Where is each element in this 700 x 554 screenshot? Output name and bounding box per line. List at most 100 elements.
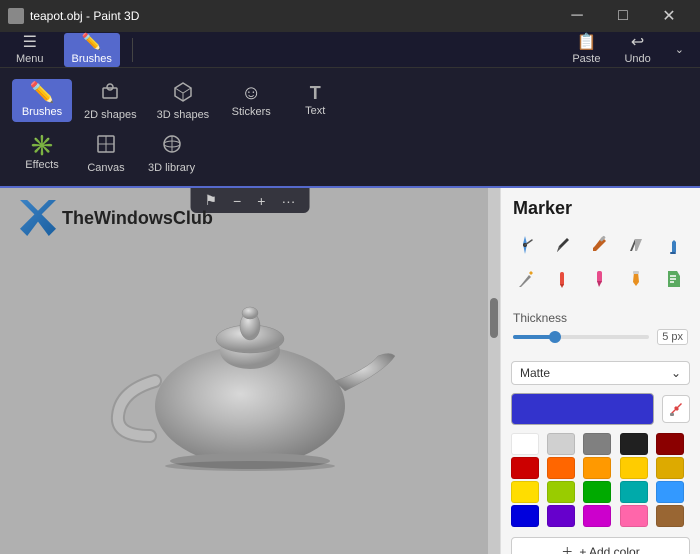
titlebar-left: teapot.obj - Paint 3D xyxy=(8,8,139,24)
brushes-label: Brushes xyxy=(72,53,112,65)
brush-tool-compass[interactable] xyxy=(509,229,541,261)
scrollbar-thumb[interactable] xyxy=(490,298,498,338)
add-color-button[interactable]: ＋ + Add color xyxy=(511,537,690,554)
color-cell-14[interactable] xyxy=(656,481,684,503)
submenu-stickers[interactable]: ☺ Stickers xyxy=(221,79,281,122)
color-cell-17[interactable] xyxy=(583,505,611,527)
3dlibrary-icon xyxy=(161,133,183,159)
brush-tool-pencil[interactable] xyxy=(509,263,541,295)
color-cell-9[interactable] xyxy=(656,457,684,479)
brushes-icon: ✏️ xyxy=(82,35,102,51)
submenu-2dshapes[interactable]: 2D shapes xyxy=(76,76,145,125)
color-preview-row xyxy=(511,393,690,425)
effects-icon: ✳️ xyxy=(30,136,55,156)
submenu-text[interactable]: T Text xyxy=(285,80,345,121)
2dshapes-label: 2D shapes xyxy=(84,109,137,121)
submenu-canvas[interactable]: Canvas xyxy=(76,129,136,178)
submenu-3dlibrary[interactable]: 3D library xyxy=(140,129,203,178)
brush-tool-calligraphy[interactable] xyxy=(620,229,652,261)
color-palette xyxy=(511,433,690,527)
thickness-value: 5 px xyxy=(657,329,688,345)
color-cell-18[interactable] xyxy=(620,505,648,527)
brush-tool-crayon[interactable] xyxy=(546,263,578,295)
canvas-label: Canvas xyxy=(87,162,124,174)
stickers-icon: ☺ xyxy=(241,83,261,103)
canvas-area[interactable]: ⚑ − + ··· TheWindowsClub xyxy=(0,188,500,554)
minimize-button[interactable]: ─ xyxy=(554,0,600,32)
right-panel: Marker xyxy=(500,188,700,554)
brand-logo: TheWindowsClub xyxy=(20,200,213,236)
color-cell-6[interactable] xyxy=(547,457,575,479)
thickness-slider[interactable] xyxy=(513,335,649,339)
color-cell-11[interactable] xyxy=(547,481,575,503)
3dshapes-icon xyxy=(172,80,194,106)
color-cell-13[interactable] xyxy=(620,481,648,503)
2dshapes-icon xyxy=(99,80,121,106)
submenu-3dshapes[interactable]: 3D shapes xyxy=(149,76,218,125)
color-cell-19[interactable] xyxy=(656,505,684,527)
eyedropper-button[interactable] xyxy=(662,395,690,423)
vertical-scrollbar[interactable] xyxy=(488,188,500,554)
submenu-panel: ✏️ Brushes 2D shapes 3D shapes ☺ Sticker… xyxy=(0,68,700,188)
brush-tool-watercolor[interactable] xyxy=(620,263,652,295)
material-dropdown[interactable]: Matte ⌄ xyxy=(511,361,690,385)
undo-label: Undo xyxy=(624,53,650,65)
undo-icon: ↩ xyxy=(631,35,644,51)
submenu-row-1: ✏️ Brushes 2D shapes 3D shapes ☺ Sticker… xyxy=(12,76,688,125)
color-cell-2[interactable] xyxy=(583,433,611,455)
effects-label: Effects xyxy=(25,159,58,171)
titlebar-controls: ─ □ ✕ xyxy=(554,0,692,32)
color-cell-1[interactable] xyxy=(547,433,575,455)
color-cell-12[interactable] xyxy=(583,481,611,503)
brand-x-icon xyxy=(20,200,56,236)
submenu-brushes[interactable]: ✏️ Brushes xyxy=(12,79,72,122)
brushes-submenu-label: Brushes xyxy=(22,106,62,118)
color-cell-4[interactable] xyxy=(656,433,684,455)
titlebar: teapot.obj - Paint 3D ─ □ ✕ xyxy=(0,0,700,32)
brushes-button[interactable]: ✏️ Brushes xyxy=(64,33,120,67)
material-label: Matte xyxy=(520,366,550,380)
brushes-submenu-icon: ✏️ xyxy=(30,83,55,103)
color-cell-8[interactable] xyxy=(620,457,648,479)
color-cell-5[interactable] xyxy=(511,457,539,479)
brush-tool-marker[interactable] xyxy=(583,263,615,295)
3dlibrary-label: 3D library xyxy=(148,162,195,174)
canvas-content: TheWindowsClub xyxy=(0,188,500,554)
color-cell-3[interactable] xyxy=(620,433,648,455)
plus-icon: ＋ xyxy=(561,543,573,554)
color-cell-10[interactable] xyxy=(511,481,539,503)
ribbon: ☰ Menu ✏️ Brushes 📋 Paste ↩ Undo ⌄ xyxy=(0,32,700,68)
brush-tool-grid xyxy=(501,225,700,299)
app-icon xyxy=(8,8,24,24)
stickers-label: Stickers xyxy=(232,106,271,118)
panel-title: Marker xyxy=(501,188,700,225)
brush-tool-oil[interactable] xyxy=(657,229,689,261)
maximize-button[interactable]: □ xyxy=(600,0,646,32)
color-cell-0[interactable] xyxy=(511,433,539,455)
brush-tool-paintbrush[interactable] xyxy=(583,229,615,261)
thickness-label: Thickness xyxy=(501,307,700,327)
color-cell-16[interactable] xyxy=(547,505,575,527)
teapot-svg xyxy=(90,261,410,481)
paste-button[interactable]: 📋 Paste xyxy=(564,33,608,67)
text-label: Text xyxy=(305,105,325,117)
current-color-swatch[interactable] xyxy=(511,393,654,425)
submenu-effects[interactable]: ✳️ Effects xyxy=(12,132,72,175)
brush-tool-fill[interactable] xyxy=(657,263,689,295)
brand-name: TheWindowsClub xyxy=(62,208,213,229)
brush-tool-pen[interactable] xyxy=(546,229,578,261)
window-title: teapot.obj - Paint 3D xyxy=(30,9,139,23)
chevron-down-icon: ⌄ xyxy=(671,366,681,380)
close-button[interactable]: ✕ xyxy=(646,0,692,32)
submenu-row-2: ✳️ Effects Canvas 3D library xyxy=(12,129,688,178)
canvas-icon xyxy=(95,133,117,159)
menu-icon: ☰ xyxy=(23,35,37,51)
more-button[interactable]: ⌄ xyxy=(667,41,692,58)
add-color-label: + Add color xyxy=(579,545,639,554)
color-cell-7[interactable] xyxy=(583,457,611,479)
color-cell-15[interactable] xyxy=(511,505,539,527)
ribbon-separator xyxy=(132,38,133,62)
menu-button[interactable]: ☰ Menu xyxy=(8,33,52,67)
text-icon: T xyxy=(310,84,321,102)
undo-button[interactable]: ↩ Undo xyxy=(616,33,658,67)
